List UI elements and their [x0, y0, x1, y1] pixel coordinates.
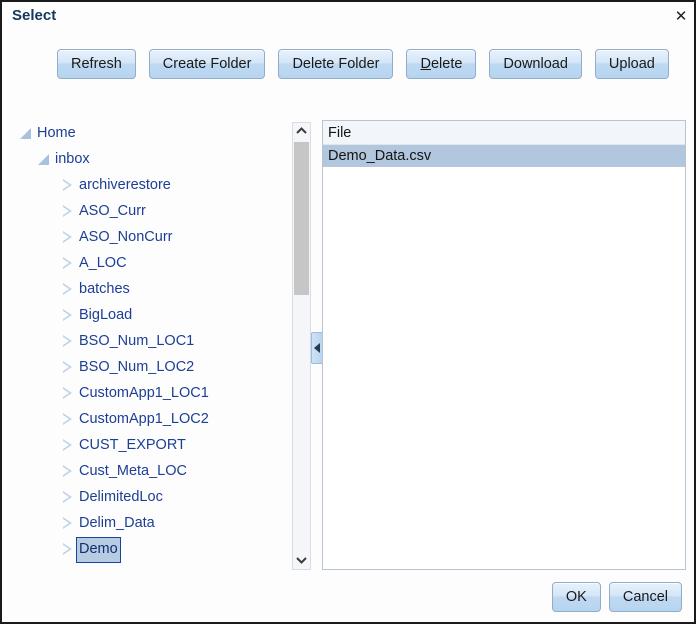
tree-item[interactable]: DelimitedLoc [8, 484, 291, 510]
create-folder-button[interactable]: Create Folder [149, 49, 266, 79]
tree-expand-icon[interactable] [60, 406, 76, 432]
tree-expand-icon[interactable] [60, 172, 76, 198]
tree-item[interactable]: BSO_Num_LOC1 [8, 328, 291, 354]
tree-item[interactable]: archiverestore [8, 172, 291, 198]
tree-item[interactable]: inbox [8, 146, 291, 172]
toolbar: Refresh Create Folder Delete Folder Dele… [57, 49, 669, 79]
file-list-panel: File Demo_Data.csv [322, 120, 686, 570]
tree-item-label: inbox [52, 147, 93, 171]
tree-scrollbar[interactable] [292, 122, 311, 570]
tree-expand-icon[interactable] [60, 458, 76, 484]
tree-collapse-icon[interactable] [36, 146, 52, 172]
tree-item-label: Demo [76, 537, 121, 563]
tree-expand-icon[interactable] [60, 198, 76, 224]
scrollbar-thumb[interactable] [294, 142, 309, 295]
tree-item[interactable]: CustomApp1_LOC1 [8, 380, 291, 406]
tree-item-label: A_LOC [76, 251, 130, 275]
refresh-button[interactable]: Refresh [57, 49, 136, 79]
tree-expand-icon[interactable] [60, 380, 76, 406]
delete-button-rest: elete [431, 56, 462, 72]
tree-item[interactable]: A_LOC [8, 250, 291, 276]
tree-item-label: CUST_EXPORT [76, 433, 189, 457]
chevron-up-icon[interactable] [293, 123, 310, 140]
file-column-header[interactable]: File [323, 121, 685, 145]
dialog-title: Select [12, 7, 56, 24]
chevron-down-icon[interactable] [293, 552, 310, 569]
file-list-rows: Demo_Data.csv [323, 145, 685, 167]
delete-folder-button[interactable]: Delete Folder [278, 49, 393, 79]
delete-button-accel: D [420, 56, 430, 72]
tree-item-label: ASO_Curr [76, 199, 149, 223]
folder-tree[interactable]: HomeinboxarchiverestoreASO_CurrASO_NonCu… [8, 120, 291, 570]
tree-item[interactable]: Delim_Data [8, 510, 291, 536]
tree-item-label: DelimitedLoc [76, 485, 166, 509]
tree-item-label: CustomApp1_LOC2 [76, 407, 212, 431]
tree-item[interactable]: Demo [8, 536, 291, 562]
dialog-footer: OK Cancel [552, 582, 682, 612]
tree-item[interactable]: batches [8, 276, 291, 302]
select-file-dialog: Select ✕ Refresh Create Folder Delete Fo… [0, 0, 696, 624]
ok-button[interactable]: OK [552, 582, 601, 612]
tree-expand-icon[interactable] [60, 224, 76, 250]
tree-item[interactable]: Cust_Meta_LOC [8, 458, 291, 484]
download-button[interactable]: Download [489, 49, 582, 79]
file-list-item[interactable]: Demo_Data.csv [323, 145, 685, 167]
tree-item[interactable]: BSO_Num_LOC2 [8, 354, 291, 380]
tree-item[interactable]: BigLoad [8, 302, 291, 328]
tree-collapse-icon[interactable] [18, 120, 34, 146]
tree-item-label: BigLoad [76, 303, 135, 327]
tree-expand-icon[interactable] [60, 276, 76, 302]
tree-item-label: Delim_Data [76, 511, 158, 535]
tree-item[interactable]: CUST_EXPORT [8, 432, 291, 458]
tree-item-label: CustomApp1_LOC1 [76, 381, 212, 405]
tree-item[interactable]: CustomApp1_LOC2 [8, 406, 291, 432]
upload-button[interactable]: Upload [595, 49, 669, 79]
delete-button[interactable]: Delete [406, 49, 476, 79]
tree-expand-icon[interactable] [60, 302, 76, 328]
tree-expand-icon[interactable] [60, 250, 76, 276]
tree-item-label: ASO_NonCurr [76, 225, 175, 249]
tree-item-label: Cust_Meta_LOC [76, 459, 190, 483]
tree-expand-icon[interactable] [60, 510, 76, 536]
tree-item-label: archiverestore [76, 173, 174, 197]
tree-expand-icon[interactable] [60, 484, 76, 510]
tree-expand-icon[interactable] [60, 354, 76, 380]
tree-item[interactable]: ASO_Curr [8, 198, 291, 224]
close-icon[interactable]: ✕ [672, 8, 690, 26]
tree-expand-icon[interactable] [60, 432, 76, 458]
tree-item[interactable]: Home [8, 120, 291, 146]
tree-expand-icon[interactable] [60, 328, 76, 354]
tree-item[interactable]: ASO_NonCurr [8, 224, 291, 250]
dialog-titlebar: Select ✕ [2, 2, 696, 32]
cancel-button[interactable]: Cancel [609, 582, 682, 612]
tree-expand-icon[interactable] [60, 536, 76, 562]
tree-item-label: BSO_Num_LOC1 [76, 329, 197, 353]
tree-item-label: batches [76, 277, 133, 301]
tree-item-label: BSO_Num_LOC2 [76, 355, 197, 379]
tree-item-label: Home [34, 121, 79, 145]
